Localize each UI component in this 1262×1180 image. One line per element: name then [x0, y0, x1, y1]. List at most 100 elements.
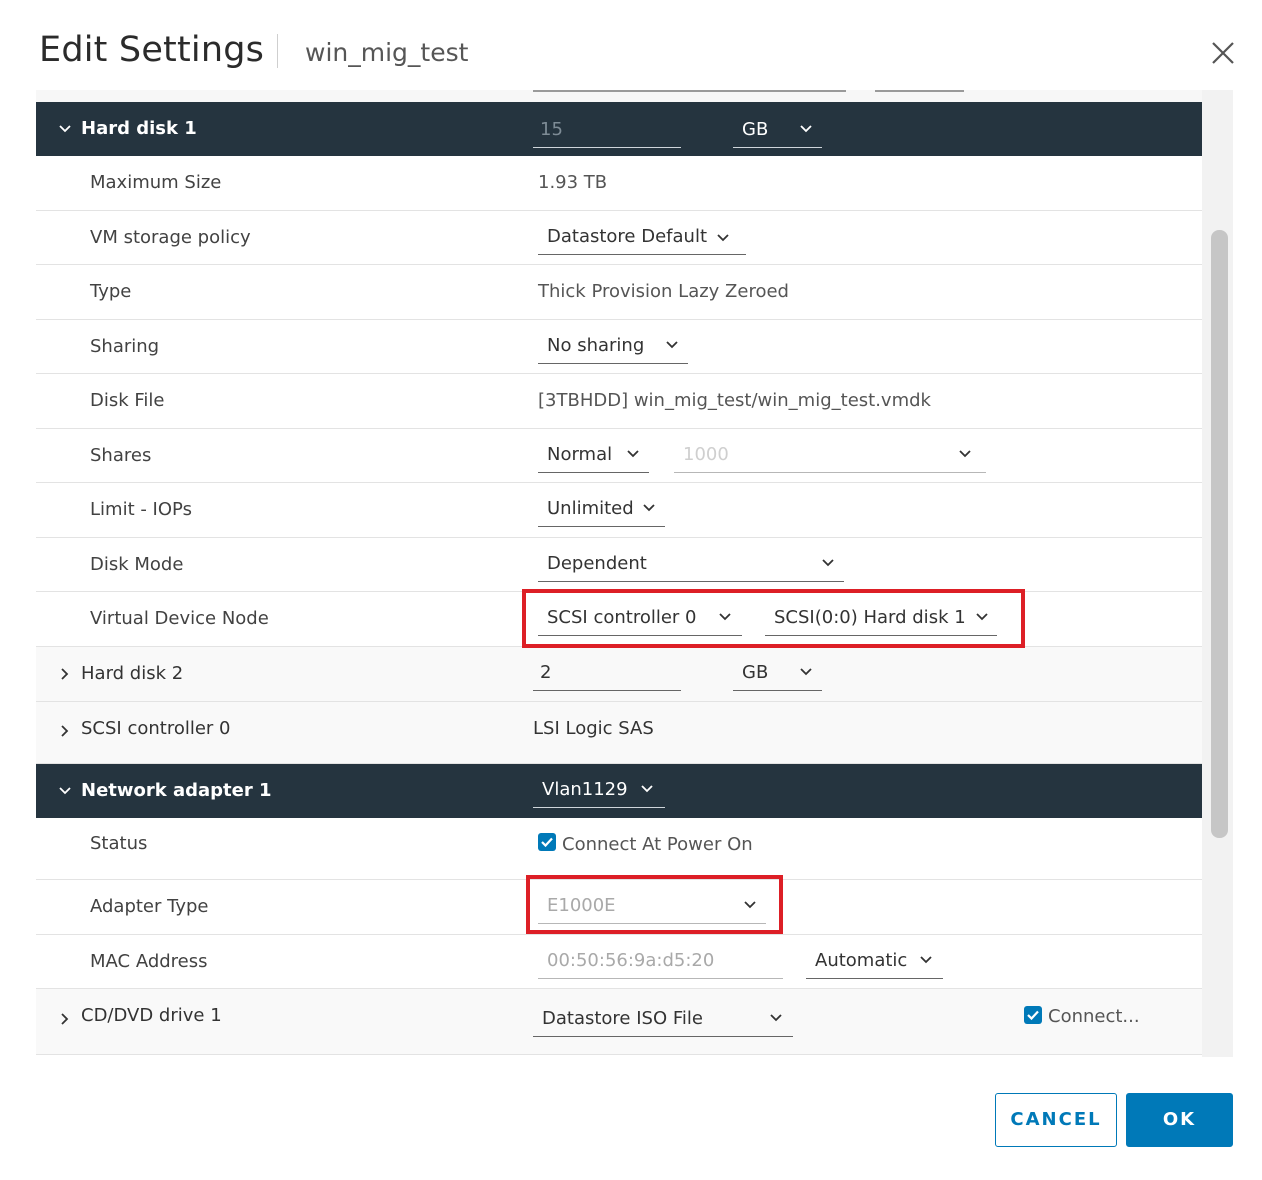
connect-at-power-on-label: Connect At Power On [562, 834, 753, 855]
chevron-down-icon [642, 503, 656, 513]
vm-name: win_mig_test [305, 38, 469, 67]
cancel-button[interactable]: CANCEL [995, 1093, 1117, 1147]
chevron-down-icon [626, 449, 640, 459]
hard-disk-1-size-value: 15 [540, 119, 563, 140]
max-size-row: Maximum Size 1.93 TB [36, 156, 1202, 211]
sharing-label: Sharing [90, 336, 160, 357]
adapter-type-value: E1000E [547, 895, 616, 916]
cd-dvd-connect-label: Connect... [1048, 1006, 1140, 1027]
cd-dvd-drive-1-row[interactable]: CD/DVD drive 1 Datastore ISO File Connec… [36, 989, 1202, 1055]
connect-at-power-on-checkbox[interactable] [538, 833, 556, 851]
ok-button[interactable]: OK [1126, 1093, 1233, 1147]
scsi-controller-select[interactable]: SCSI controller 0 [538, 600, 742, 636]
hard-disk-2-row[interactable]: Hard disk 2 2 GB [36, 647, 1202, 702]
chevron-down-icon [718, 612, 732, 622]
storage-policy-label: VM storage policy [90, 227, 251, 248]
hard-disk-2-size-value: 2 [540, 662, 552, 683]
shares-label: Shares [90, 445, 152, 466]
chevron-down-icon [743, 900, 757, 910]
previous-field-underline [533, 90, 846, 92]
network-value: Vlan1129 [542, 779, 628, 800]
chevron-right-icon[interactable] [58, 724, 72, 738]
shares-amount-value: 1000 [683, 444, 729, 465]
network-adapter-1-header[interactable]: Network adapter 1 Vlan1129 [36, 764, 1202, 818]
network-adapter-1-label: Network adapter 1 [81, 780, 272, 801]
disk-file-row: Disk File [3TBHDD] win_mig_test/win_mig_… [36, 374, 1202, 429]
disk-file-label: Disk File [90, 390, 165, 411]
network-select[interactable]: Vlan1129 [533, 772, 665, 808]
hard-disk-2-label: Hard disk 2 [81, 663, 184, 684]
mac-address-label: MAC Address [90, 951, 208, 972]
limit-iops-row: Limit - IOPs Unlimited [36, 483, 1202, 538]
storage-policy-value: Datastore Default [547, 226, 707, 247]
chevron-down-icon [919, 955, 933, 965]
mac-mode-select[interactable]: Automatic [806, 943, 943, 979]
hard-disk-1-header[interactable]: Hard disk 1 15 GB [36, 102, 1202, 156]
sharing-select[interactable]: No sharing [538, 328, 688, 364]
device-node-select[interactable]: SCSI(0:0) Hard disk 1 [765, 600, 997, 636]
chevron-down-icon [716, 233, 729, 243]
previous-field-underline [875, 90, 964, 92]
chevron-down-icon [975, 612, 989, 622]
sharing-row: Sharing No sharing [36, 320, 1202, 374]
adapter-type-select[interactable]: E1000E [538, 888, 766, 924]
storage-policy-select[interactable]: Datastore Default [538, 219, 746, 255]
mac-address-row: MAC Address 00:50:56:9a:d5:20 Automatic [36, 935, 1202, 989]
adapter-type-label: Adapter Type [90, 896, 209, 917]
disk-file-value: [3TBHDD] win_mig_test/win_mig_test.vmdk [538, 390, 931, 411]
max-size-label: Maximum Size [90, 172, 222, 193]
shares-value: Normal [547, 444, 613, 465]
limit-iops-select[interactable]: Unlimited [538, 491, 665, 527]
limit-iops-value: Unlimited [547, 498, 634, 519]
chevron-down-icon [665, 340, 679, 350]
hard-disk-1-unit-select[interactable]: GB [733, 112, 822, 148]
virtual-device-node-row: Virtual Device Node SCSI controller 0 SC… [36, 592, 1202, 647]
status-row: Status Connect At Power On [36, 818, 1202, 880]
disk-mode-row: Disk Mode Dependent [36, 538, 1202, 592]
chevron-down-icon [799, 667, 813, 677]
scsi-controller-0-label: SCSI controller 0 [81, 718, 231, 739]
chevron-down-icon[interactable] [58, 122, 72, 136]
dialog-header: Edit Settings win_mig_test [0, 0, 1262, 90]
cd-dvd-connect-checkbox[interactable] [1024, 1006, 1042, 1024]
scsi-controller-value: SCSI controller 0 [547, 607, 697, 628]
chevron-down-icon[interactable] [58, 784, 72, 798]
cd-dvd-drive-1-label: CD/DVD drive 1 [81, 1005, 222, 1026]
disk-mode-select[interactable]: Dependent [538, 546, 844, 582]
hard-disk-1-unit-value: GB [742, 119, 769, 140]
virtual-device-node-label: Virtual Device Node [90, 608, 269, 629]
hard-disk-2-size-input[interactable]: 2 [533, 655, 681, 691]
scsi-controller-0-row[interactable]: SCSI controller 0 LSI Logic SAS [36, 702, 1202, 764]
chevron-down-icon [958, 449, 972, 459]
sharing-value: No sharing [547, 335, 645, 356]
type-value: Thick Provision Lazy Zeroed [538, 281, 789, 302]
chevron-right-icon[interactable] [58, 1012, 72, 1026]
disk-mode-label: Disk Mode [90, 554, 184, 575]
close-icon[interactable] [1208, 38, 1238, 68]
mac-mode-value: Automatic [815, 950, 908, 971]
scrollbar-thumb[interactable] [1211, 230, 1228, 838]
title-separator [277, 34, 278, 68]
mac-address-input[interactable]: 00:50:56:9a:d5:20 [538, 943, 783, 979]
chevron-down-icon [769, 1013, 783, 1023]
hard-disk-2-unit-value: GB [742, 662, 769, 683]
shares-amount-select[interactable]: 1000 [674, 437, 986, 473]
storage-policy-row: VM storage policy Datastore Default [36, 211, 1202, 265]
max-size-value: 1.93 TB [538, 172, 608, 193]
disk-mode-value: Dependent [547, 553, 647, 574]
chevron-down-icon [640, 784, 654, 794]
adapter-type-row: Adapter Type E1000E [36, 880, 1202, 935]
mac-address-value: 00:50:56:9a:d5:20 [547, 950, 715, 971]
previous-row-stub [36, 90, 1202, 102]
shares-select[interactable]: Normal [538, 437, 649, 473]
scsi-controller-0-value: LSI Logic SAS [533, 718, 654, 739]
limit-iops-label: Limit - IOPs [90, 499, 192, 520]
chevron-down-icon [799, 124, 813, 134]
cd-dvd-source-select[interactable]: Datastore ISO File [533, 1001, 793, 1037]
hard-disk-2-unit-select[interactable]: GB [733, 655, 822, 691]
hard-disk-1-size-input[interactable]: 15 [533, 112, 681, 148]
type-row: Type Thick Provision Lazy Zeroed [36, 265, 1202, 320]
chevron-right-icon[interactable] [58, 667, 72, 681]
hard-disk-1-label: Hard disk 1 [81, 118, 197, 139]
cd-dvd-source-value: Datastore ISO File [542, 1008, 703, 1029]
